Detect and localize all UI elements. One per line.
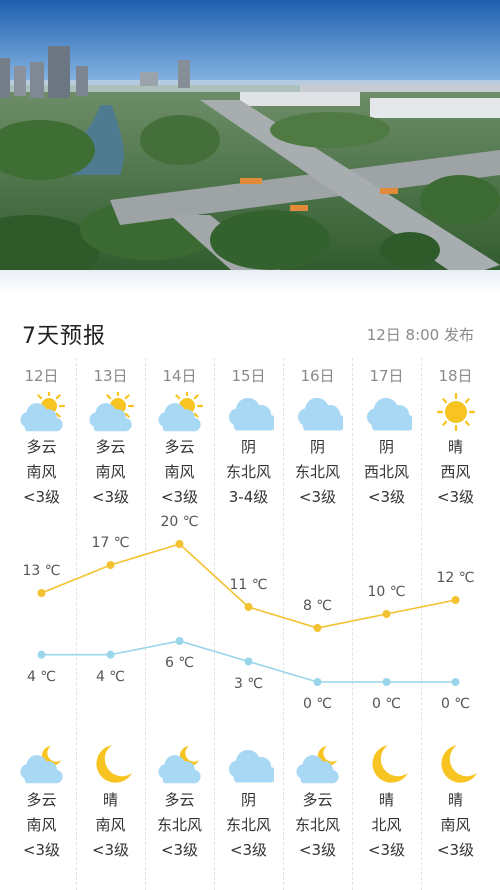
city-aerial-illustration <box>0 0 500 278</box>
low-temp-label: 0 ℃ <box>302 696 333 712</box>
photo-bottom-fade <box>0 270 500 294</box>
temperature-chart <box>37 540 460 686</box>
low-temp-label: 0 ℃ <box>371 696 402 712</box>
high-temp-label: 12 ℃ <box>436 570 475 586</box>
high-temp-point <box>382 610 391 618</box>
high-temp-point <box>313 624 322 632</box>
high-temp-point <box>175 540 184 548</box>
low-temp-point <box>313 678 322 686</box>
high-temp-point <box>451 596 460 604</box>
low-temp-label: 0 ℃ <box>440 696 471 712</box>
publish-time: 12日 8:00 发布 <box>366 326 474 344</box>
low-temp-label: 4 ℃ <box>26 668 57 685</box>
low-temp-label: 4 ℃ <box>95 668 126 685</box>
low-temp-point <box>244 657 253 666</box>
high-temp-point <box>37 589 46 597</box>
low-temp-point <box>106 650 115 659</box>
low-temp-label: 3 ℃ <box>233 675 264 692</box>
high-temp-label: 13 ℃ <box>22 563 61 579</box>
high-temp-label: 17 ℃ <box>91 535 130 551</box>
high-temp-label: 20 ℃ <box>160 514 199 530</box>
header-city-photo <box>0 0 500 278</box>
high-temp-point <box>244 603 253 611</box>
forecast-title: 7天预报 <box>22 324 106 349</box>
seven-day-forecast: 12日 多云 南风 <3级 多云 南风 <3级 13日 多云 南风 <3级晴南风 <3级 14日 多云 南风… <box>0 358 500 890</box>
low-temp-point <box>175 637 184 645</box>
high-temp-label: 10 ℃ <box>367 584 406 600</box>
high-temp-label: 11 ℃ <box>229 577 268 593</box>
high-temp-label: 8 ℃ <box>302 598 333 614</box>
low-temp-point <box>37 650 46 659</box>
high-temp-point <box>106 561 115 569</box>
low-temp-point <box>451 678 460 686</box>
low-temp-label: 6 ℃ <box>164 655 195 671</box>
low-temp-point <box>382 678 391 686</box>
